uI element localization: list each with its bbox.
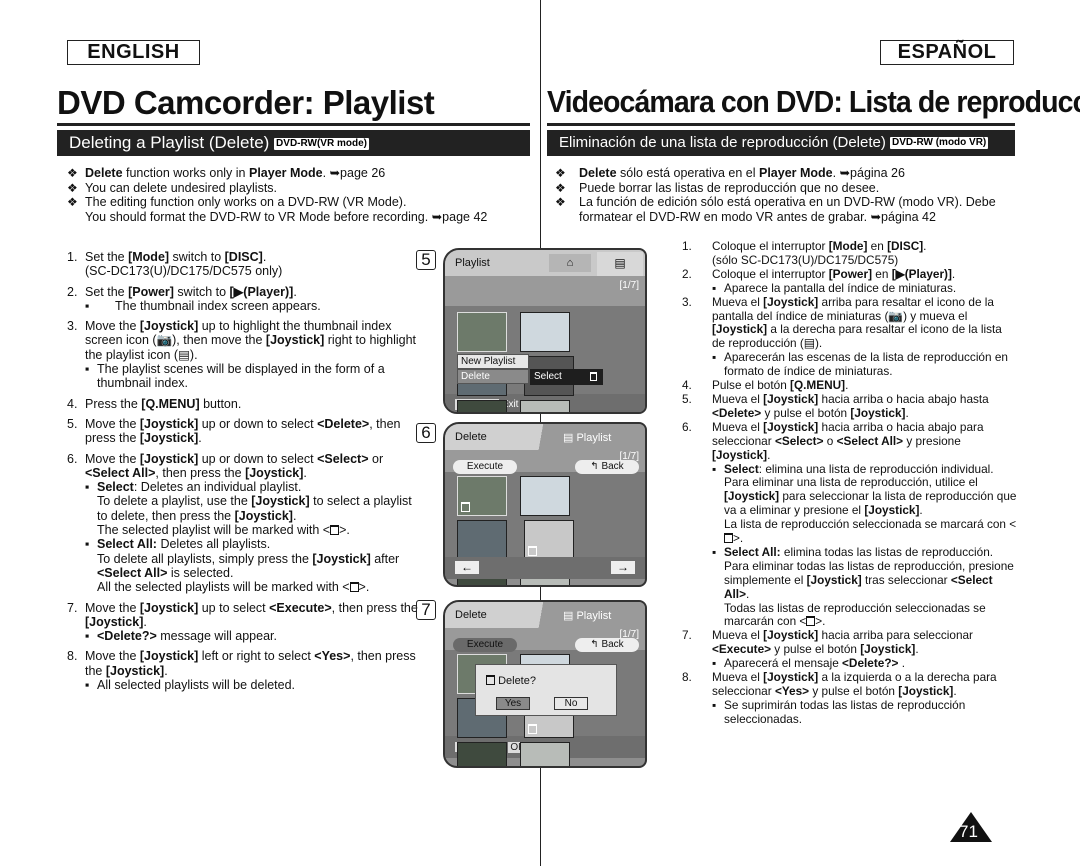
title-rule-es (547, 123, 1015, 126)
trash-icon (461, 502, 470, 512)
step-3: 3. Mueva el [Joystick] arriba para resalt… (682, 294, 1008, 379)
step-2: 2. Set the [Power] switch to [▶(Player)].… (67, 284, 321, 313)
step-2: 2. Coloque el interruptor [Power] en [▶(P… (682, 266, 957, 295)
thumbnail[interactable] (524, 520, 575, 560)
page-counter: [1/7] (619, 280, 639, 291)
yes-button[interactable]: Yes (496, 697, 530, 710)
screen-figure-7: Delete ▤ Playlist [1/7] Execute ↰ Back D… (443, 600, 647, 768)
page-number-badge: 71 (950, 812, 992, 842)
section-heading-en: Deleting a Playlist (Delete) DVD-RW(VR m… (57, 130, 530, 156)
execute-button[interactable]: Execute (453, 460, 517, 474)
delete-confirm-dialog: Delete? Yes No (475, 664, 617, 716)
menu-item-delete[interactable]: Delete (457, 369, 529, 384)
playlist-tab: ▤ Playlist (563, 432, 612, 444)
figure-number-6: 6 (416, 423, 436, 443)
no-button[interactable]: No (554, 697, 588, 710)
playlist-tab-icon: ▤ (597, 252, 643, 276)
disc-badge-en: DVD-RW(VR mode) (274, 138, 369, 150)
step-4: 4. Press the [Q.MENU] button. (67, 396, 242, 411)
language-label-english: ENGLISH (67, 40, 200, 65)
step-7: 7. Move the [Joystick] up to select <Exec… (67, 600, 418, 644)
section-title-en: Deleting a Playlist (Delete) (69, 133, 270, 152)
thumbnail[interactable] (520, 400, 570, 412)
trash-icon (486, 675, 495, 685)
thumbnail[interactable] (457, 400, 507, 412)
back-button[interactable]: ↰ Back (575, 460, 639, 474)
bullet-item: ❖ Delete function works only in Player Mo… (67, 166, 386, 180)
trash-icon (528, 724, 538, 734)
thumbnail[interactable] (520, 312, 570, 352)
step-6: 6. Mueva el [Joystick] hacia arriba o hac… (682, 419, 1017, 629)
diamond-bullet-icon: ❖ (555, 166, 566, 180)
page-title-en: DVD Camcorder: Playlist (57, 84, 435, 121)
step-8: 8. Mueva el [Joystick] a la izquierda o a… (682, 670, 997, 726)
step-7: 7. Mueva el [Joystick] hacia arriba para … (682, 628, 973, 671)
figure-number-5: 5 (416, 250, 436, 270)
dialog-message: Delete? (498, 675, 536, 687)
section-title-es: Eliminación de una lista de reproducción… (559, 134, 886, 151)
quick-menu: New Playlist Delete (457, 354, 529, 384)
steps-es: 1. Coloque el interruptor [Mode] en [DISC… (682, 239, 1017, 727)
diamond-bullet-icon: ❖ (67, 195, 78, 209)
execute-button[interactable]: Execute (453, 638, 517, 652)
step-1: 1. Coloque el interruptor [Mode] en [DISC… (682, 239, 927, 267)
intro-bullets-en: ❖ Delete function works only in Player Mo… (67, 166, 537, 224)
step-4: 4. Pulse el botón [Q.MENU]. (682, 378, 849, 393)
bullet-item: ❖ La función de edición sólo está operati… (555, 195, 996, 224)
trash-icon (528, 546, 538, 556)
trash-icon (724, 533, 733, 544)
thumbnail[interactable] (457, 520, 507, 560)
step-6: 6. Move the [Joystick] up or down to sele… (67, 451, 412, 595)
thumbnail[interactable] (457, 476, 507, 516)
steps-en: 1. Set the [Mode] switch to [DISC]. (SC-DC… (67, 250, 422, 698)
screen-title: Delete (455, 431, 487, 443)
bullet-item: ❖ You can delete undesired playlists. (67, 180, 278, 195)
trash-icon (330, 525, 340, 536)
screen-figure-6: Delete ▤ Playlist [1/7] Execute ↰ Back ←… (443, 422, 647, 587)
screen-title: Playlist (455, 257, 490, 269)
menu-item-new-playlist[interactable]: New Playlist (457, 354, 529, 369)
disc-badge-es: DVD-RW (modo VR) (890, 137, 989, 149)
step-1: 1. Set the [Mode] switch to [DISC]. (SC-DC… (67, 250, 283, 279)
page-title-es: Videocámara con DVD: Lista de reproducci… (547, 84, 1080, 119)
bullet-item: ❖ Delete sólo está operativa en el Player… (555, 166, 905, 180)
page-number: 71 (959, 822, 978, 841)
diamond-bullet-icon: ❖ (67, 180, 78, 195)
next-page-arrow-icon[interactable]: → (611, 561, 635, 574)
diamond-bullet-icon: ❖ (67, 166, 78, 180)
title-rule-en (57, 123, 530, 126)
step-3: 3. Move the [Joystick] up to highlight th… (67, 319, 417, 391)
trash-icon (349, 582, 359, 593)
diamond-bullet-icon: ❖ (555, 195, 566, 209)
bullet-item: ❖ The editing function only works on a DV… (67, 195, 488, 224)
language-label-spanish: ESPAÑOL (880, 40, 1014, 65)
prev-page-arrow-icon[interactable]: ← (455, 561, 479, 574)
intro-bullets-es: ❖ Delete sólo está operativa en el Player… (555, 166, 1015, 224)
thumbnail[interactable] (457, 312, 507, 352)
screen-figure-5: Playlist ⌂ ▤ [1/7] New Playlist Delete S… (443, 248, 647, 414)
section-heading-es: Eliminación de una lista de reproducción… (547, 130, 1015, 156)
step-8: 8. Move the [Joystick] left or right to s… (67, 649, 416, 693)
thumbnail-index-tab-icon: ⌂ (549, 254, 591, 272)
thumbnail[interactable] (520, 476, 570, 516)
thumbnail[interactable] (520, 742, 570, 766)
step-5: 5. Move the [Joystick] up or down to sele… (67, 416, 401, 446)
screen-title: Delete (455, 609, 487, 621)
thumbnail[interactable] (457, 742, 507, 766)
trash-icon (806, 616, 816, 627)
back-button[interactable]: ↰ Back (575, 638, 639, 652)
step-5: 5. Mueva el [Joystick] hacia arriba o hac… (682, 391, 989, 420)
diamond-bullet-icon: ❖ (555, 180, 566, 195)
figure-number-7: 7 (416, 600, 436, 620)
submenu-select[interactable]: Select (530, 369, 603, 385)
playlist-tab: ▤ Playlist (563, 610, 612, 622)
trash-icon (590, 372, 597, 381)
bullet-item: ❖ Puede borrar las listas de reproducción… (555, 180, 880, 195)
